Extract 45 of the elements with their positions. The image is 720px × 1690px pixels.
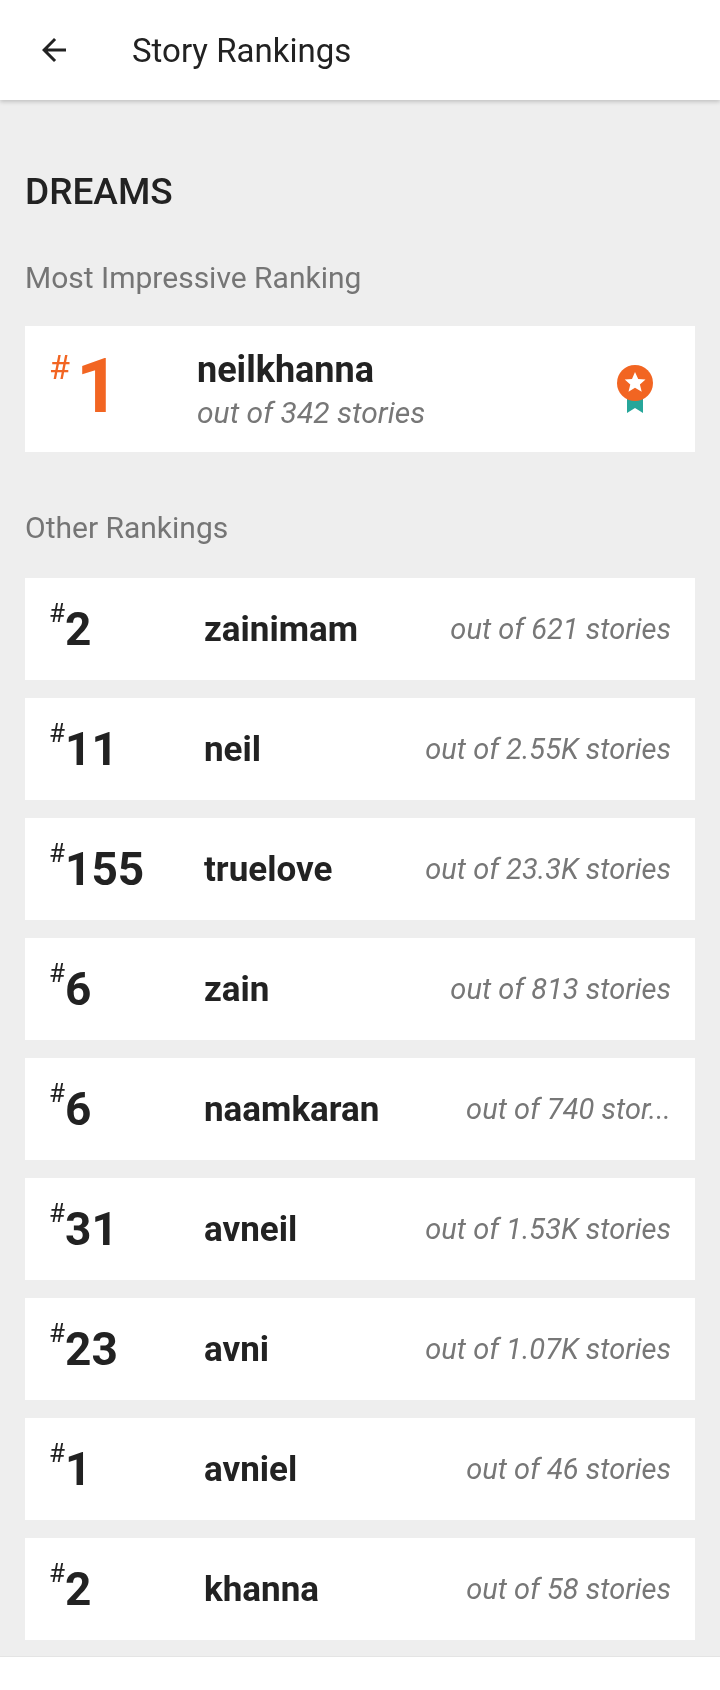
medal-icon xyxy=(615,363,655,415)
rank-number: $^{#}$11 xyxy=(49,722,119,776)
story-count: out of 1.53K stories xyxy=(424,1212,671,1246)
ranking-row[interactable]: $^{#}$6 zain out of 813 stories xyxy=(25,938,695,1040)
tag-name: neil xyxy=(204,728,262,770)
section-heading: Other Rankings xyxy=(25,509,230,547)
story-count: out of 23.3K stories xyxy=(424,852,671,886)
rank-number: $^{#}$1 xyxy=(49,1442,93,1496)
ranking-row[interactable]: $^{#}$31 avneil out of 1.53K stories xyxy=(25,1178,695,1280)
tag-name: zainimam xyxy=(204,608,359,650)
tag-name: naamkaran xyxy=(204,1088,380,1130)
story-count: out of 58 stories xyxy=(465,1572,671,1606)
rank-number: $^{#}$6 xyxy=(49,962,93,1016)
tag-name: avniel xyxy=(204,1448,298,1490)
story-count: out of 46 stories xyxy=(465,1452,671,1486)
story-title: DREAMS xyxy=(25,169,174,214)
ranking-row[interactable]: $^{#}$2 khanna out of 58 stories xyxy=(25,1538,695,1640)
tag-name: zain xyxy=(204,968,270,1010)
screen-title: Story Rankings xyxy=(132,30,352,70)
ranking-row[interactable]: $^{#}$23 avni out of 1.07K stories xyxy=(25,1298,695,1400)
ranking-row[interactable]: $^{#}$155 truelove out of 23.3K stories xyxy=(25,818,695,920)
rank-number: $^{#}$155 xyxy=(49,842,146,896)
ranking-row[interactable]: $^{#}$2 zainimam out of 621 stories xyxy=(25,578,695,680)
ranking-row[interactable]: $^{#}$1 avniel out of 46 stories xyxy=(25,1418,695,1520)
rank-number: $^{#}$31 xyxy=(49,1202,119,1256)
rank-number: $^{#}$2 xyxy=(49,602,93,656)
ranking-row[interactable]: $^{#}$11 neil out of 2.55K stories xyxy=(25,698,695,800)
rank-number: $^{#}$23 xyxy=(49,1322,119,1376)
story-count: out of 621 stories xyxy=(449,612,671,646)
tag-name: avni xyxy=(204,1328,270,1370)
rank-number: $^{#}$2 xyxy=(49,1562,93,1616)
story-count: out of 813 stories xyxy=(449,972,671,1006)
tag-name: avneil xyxy=(204,1208,298,1250)
section-heading: Most Impressive Ranking xyxy=(25,259,363,297)
rank-number: $^{#}$1 xyxy=(49,348,121,424)
story-count: out of 740 stor... xyxy=(465,1092,671,1126)
ranking-row[interactable]: $^{#}$6 naamkaran out of 740 stor... xyxy=(25,1058,695,1160)
tag-name: truelove xyxy=(204,848,333,890)
tag-name: neilkhanna xyxy=(197,348,375,391)
top-ranking-card[interactable]: $^{#}$1 neilkhanna out of 342 stories xyxy=(25,326,695,452)
tag-name: khanna xyxy=(204,1568,319,1610)
story-count: out of 342 stories xyxy=(197,394,427,430)
story-count: out of 1.07K stories xyxy=(424,1332,671,1366)
rank-number: $^{#}$6 xyxy=(49,1082,93,1136)
story-count: out of 2.55K stories xyxy=(424,732,671,766)
